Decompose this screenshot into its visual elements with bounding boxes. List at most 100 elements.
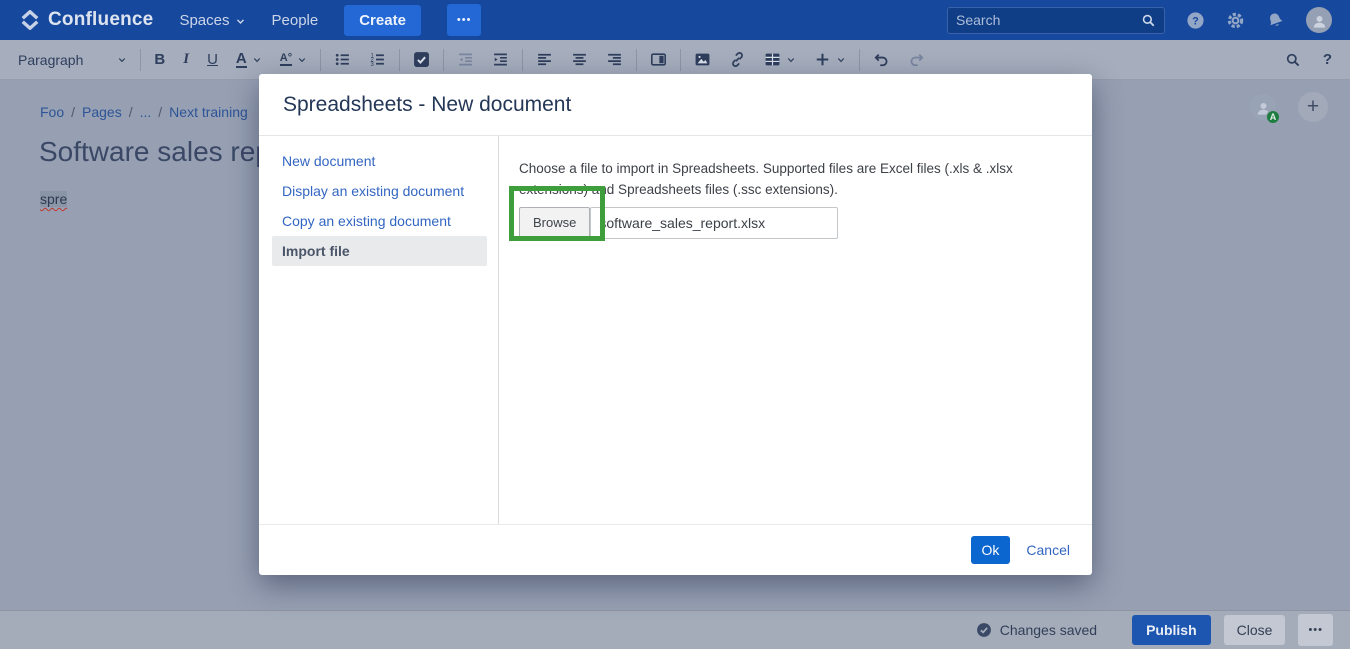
publish-button[interactable]: Publish bbox=[1132, 615, 1211, 645]
close-button[interactable]: Close bbox=[1224, 615, 1286, 645]
svg-text:3: 3 bbox=[371, 62, 375, 68]
italic-button[interactable]: I bbox=[183, 51, 189, 68]
insert-link-button[interactable] bbox=[729, 51, 746, 68]
import-description: Choose a file to import in Spreadsheets.… bbox=[519, 158, 1051, 200]
more-formatting-button[interactable]: A° bbox=[280, 53, 307, 66]
toolbar-divider bbox=[443, 49, 444, 71]
dialog-sidebar-item[interactable]: Copy an existing document bbox=[272, 206, 487, 236]
create-button[interactable]: Create bbox=[344, 5, 421, 36]
breadcrumb-separator: / bbox=[158, 104, 162, 120]
undo-icon bbox=[873, 51, 890, 68]
align-center-button[interactable] bbox=[571, 51, 588, 68]
toolbar-divider bbox=[522, 49, 523, 71]
spreadsheets-dialog: Spreadsheets - New document New document… bbox=[259, 74, 1092, 575]
dialog-header: Spreadsheets - New document bbox=[259, 74, 1092, 136]
selected-body-text[interactable]: spre bbox=[40, 191, 67, 207]
outdent-icon bbox=[457, 51, 474, 68]
nav-spaces[interactable]: Spaces bbox=[179, 12, 245, 29]
breadcrumb-link[interactable]: Pages bbox=[82, 104, 122, 120]
table-icon bbox=[764, 51, 781, 68]
toolbar-divider bbox=[859, 49, 860, 71]
top-nav: Confluence Spaces People Create ••• ? bbox=[0, 0, 1350, 40]
align-right-button[interactable] bbox=[606, 51, 623, 68]
chevron-down-icon bbox=[252, 55, 262, 65]
cancel-link[interactable]: Cancel bbox=[1026, 542, 1070, 558]
bullet-list-icon bbox=[334, 51, 351, 68]
confluence-logo-icon bbox=[20, 10, 40, 30]
page-layout-icon bbox=[650, 51, 667, 68]
undo-button[interactable] bbox=[873, 51, 890, 68]
indent-icon bbox=[492, 51, 509, 68]
bold-button[interactable]: B bbox=[154, 51, 165, 68]
paragraph-style-select[interactable]: Paragraph bbox=[18, 52, 127, 68]
check-circle-icon bbox=[976, 622, 992, 638]
user-avatar[interactable] bbox=[1306, 7, 1332, 33]
dialog-sidebar-item[interactable]: Display an existing document bbox=[272, 176, 487, 206]
align-left-button[interactable] bbox=[536, 51, 553, 68]
paragraph-style-label: Paragraph bbox=[18, 52, 83, 68]
task-list-button[interactable] bbox=[413, 51, 430, 68]
bullet-list-button[interactable] bbox=[334, 51, 351, 68]
redo-icon bbox=[908, 51, 925, 68]
chevron-down-icon bbox=[786, 55, 796, 65]
numbered-list-button[interactable]: 123 bbox=[369, 51, 386, 68]
svg-text:?: ? bbox=[1192, 15, 1199, 27]
breadcrumb-separator: / bbox=[129, 104, 133, 120]
ok-button[interactable]: Ok bbox=[971, 536, 1011, 564]
align-center-icon bbox=[571, 51, 588, 68]
editor-search-icon[interactable] bbox=[1285, 52, 1301, 68]
save-status: Changes saved bbox=[976, 622, 1097, 638]
nav-spaces-label: Spaces bbox=[179, 12, 229, 29]
toolbar-divider bbox=[320, 49, 321, 71]
notifications-bell-icon[interactable] bbox=[1266, 11, 1285, 30]
outdent-button bbox=[457, 51, 474, 68]
nav-more-button[interactable]: ••• bbox=[447, 4, 482, 36]
plus-icon bbox=[814, 51, 831, 68]
toolbar-divider bbox=[399, 49, 400, 71]
indent-button[interactable] bbox=[492, 51, 509, 68]
nav-people[interactable]: People bbox=[272, 12, 319, 29]
breadcrumb-link[interactable]: Foo bbox=[40, 104, 64, 120]
toolbar-divider bbox=[140, 49, 141, 71]
search-input[interactable] bbox=[956, 12, 1141, 28]
dialog-body: New documentDisplay an existing document… bbox=[259, 136, 1092, 524]
editor-help-icon[interactable]: ? bbox=[1323, 51, 1332, 68]
global-search-box[interactable] bbox=[947, 7, 1165, 34]
help-icon[interactable]: ? bbox=[1186, 11, 1205, 30]
dialog-sidebar-item[interactable]: Import file bbox=[272, 236, 487, 266]
dialog-sidebar-item[interactable]: New document bbox=[272, 146, 487, 176]
dialog-title: Spreadsheets - New document bbox=[283, 93, 571, 117]
redo-button bbox=[908, 51, 925, 68]
insert-table-button[interactable] bbox=[764, 51, 796, 68]
avatar-status-badge: A bbox=[1266, 110, 1280, 124]
toolbar-divider bbox=[680, 49, 681, 71]
gear-icon[interactable] bbox=[1226, 11, 1245, 30]
breadcrumb: Foo / Pages /... / Next training bbox=[40, 104, 248, 120]
filename-input[interactable] bbox=[590, 207, 838, 239]
insert-image-button[interactable] bbox=[694, 51, 711, 68]
bottom-more-button[interactable]: ••• bbox=[1298, 614, 1333, 646]
insert-more-button[interactable] bbox=[814, 51, 846, 68]
person-icon bbox=[1311, 13, 1328, 30]
breadcrumb-separator: / bbox=[71, 104, 75, 120]
breadcrumb-link[interactable]: ... bbox=[140, 104, 152, 120]
page-layout-button[interactable] bbox=[650, 51, 667, 68]
toolbar-divider bbox=[636, 49, 637, 71]
chevron-down-icon bbox=[117, 55, 127, 65]
editing-user-avatar[interactable]: A bbox=[1250, 94, 1276, 120]
browse-button[interactable]: Browse bbox=[519, 207, 590, 238]
chevron-down-icon bbox=[297, 55, 307, 65]
numbered-list-icon: 123 bbox=[369, 51, 386, 68]
text-color-button[interactable]: A bbox=[236, 51, 262, 68]
search-icon[interactable] bbox=[1141, 13, 1156, 28]
breadcrumb-link[interactable]: Next training bbox=[169, 104, 248, 120]
link-icon bbox=[729, 51, 746, 68]
chevron-down-icon bbox=[836, 55, 846, 65]
confluence-logo[interactable]: Confluence bbox=[20, 9, 153, 31]
underline-button[interactable]: U bbox=[207, 51, 218, 68]
page-title: Software sales rep bbox=[39, 136, 271, 168]
save-status-label: Changes saved bbox=[1000, 622, 1097, 638]
nav-right: ? bbox=[947, 7, 1332, 34]
file-picker-row: Browse bbox=[519, 207, 1072, 239]
invite-add-button[interactable]: + bbox=[1298, 92, 1328, 122]
